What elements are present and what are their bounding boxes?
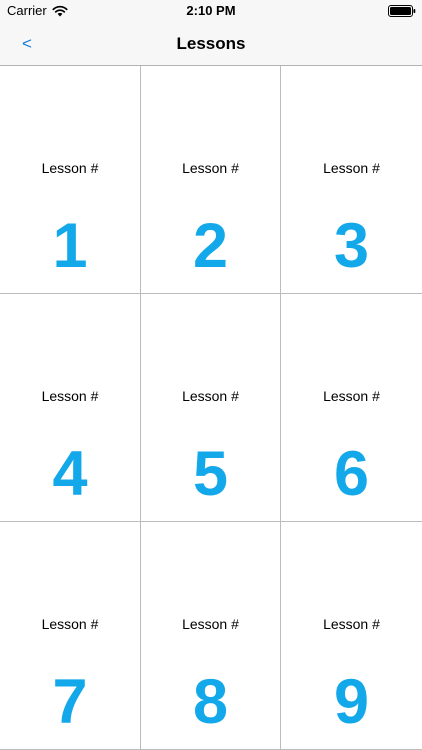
lesson-cell-2[interactable]: Lesson # 2 <box>141 66 281 294</box>
lesson-cell-1[interactable]: Lesson # 1 <box>0 66 141 294</box>
lesson-label: Lesson # <box>41 616 99 632</box>
lesson-number: 4 <box>52 439 88 509</box>
lesson-cell-3[interactable]: Lesson # 3 <box>281 66 422 294</box>
lesson-grid: Lesson # 1 Lesson # 2 Lesson # 3 Lesson … <box>0 66 422 750</box>
lesson-label: Lesson # <box>182 160 239 176</box>
lesson-label: Lesson # <box>182 616 239 632</box>
lesson-number: 9 <box>333 667 370 737</box>
lesson-label: Lesson # <box>323 388 380 404</box>
lesson-label: Lesson # <box>323 160 380 176</box>
lesson-cell-6[interactable]: Lesson # 6 <box>281 294 422 522</box>
lesson-cell-4[interactable]: Lesson # 4 <box>0 294 141 522</box>
lesson-number: 1 <box>52 211 88 281</box>
lesson-number: 3 <box>333 211 370 281</box>
lesson-number: 2 <box>192 211 229 281</box>
lesson-label: Lesson # <box>41 160 99 176</box>
lesson-number: 5 <box>192 439 229 509</box>
navigation-bar: < Lessons <box>0 22 422 66</box>
lesson-number: 6 <box>333 439 370 509</box>
lesson-cell-7[interactable]: Lesson # 7 <box>0 522 141 750</box>
status-bar: Carrier 2:10 PM <box>0 0 422 22</box>
lesson-number: 7 <box>52 667 88 737</box>
lesson-label: Lesson # <box>182 388 239 404</box>
lesson-cell-8[interactable]: Lesson # 8 <box>141 522 281 750</box>
lesson-cell-9[interactable]: Lesson # 9 <box>281 522 422 750</box>
lesson-cell-5[interactable]: Lesson # 5 <box>141 294 281 522</box>
lesson-number: 8 <box>192 667 229 737</box>
lesson-label: Lesson # <box>41 388 99 404</box>
page-title: Lessons <box>176 34 246 53</box>
lesson-label: Lesson # <box>323 616 380 632</box>
status-time: 2:10 PM <box>186 3 236 18</box>
battery-icon <box>388 5 416 17</box>
